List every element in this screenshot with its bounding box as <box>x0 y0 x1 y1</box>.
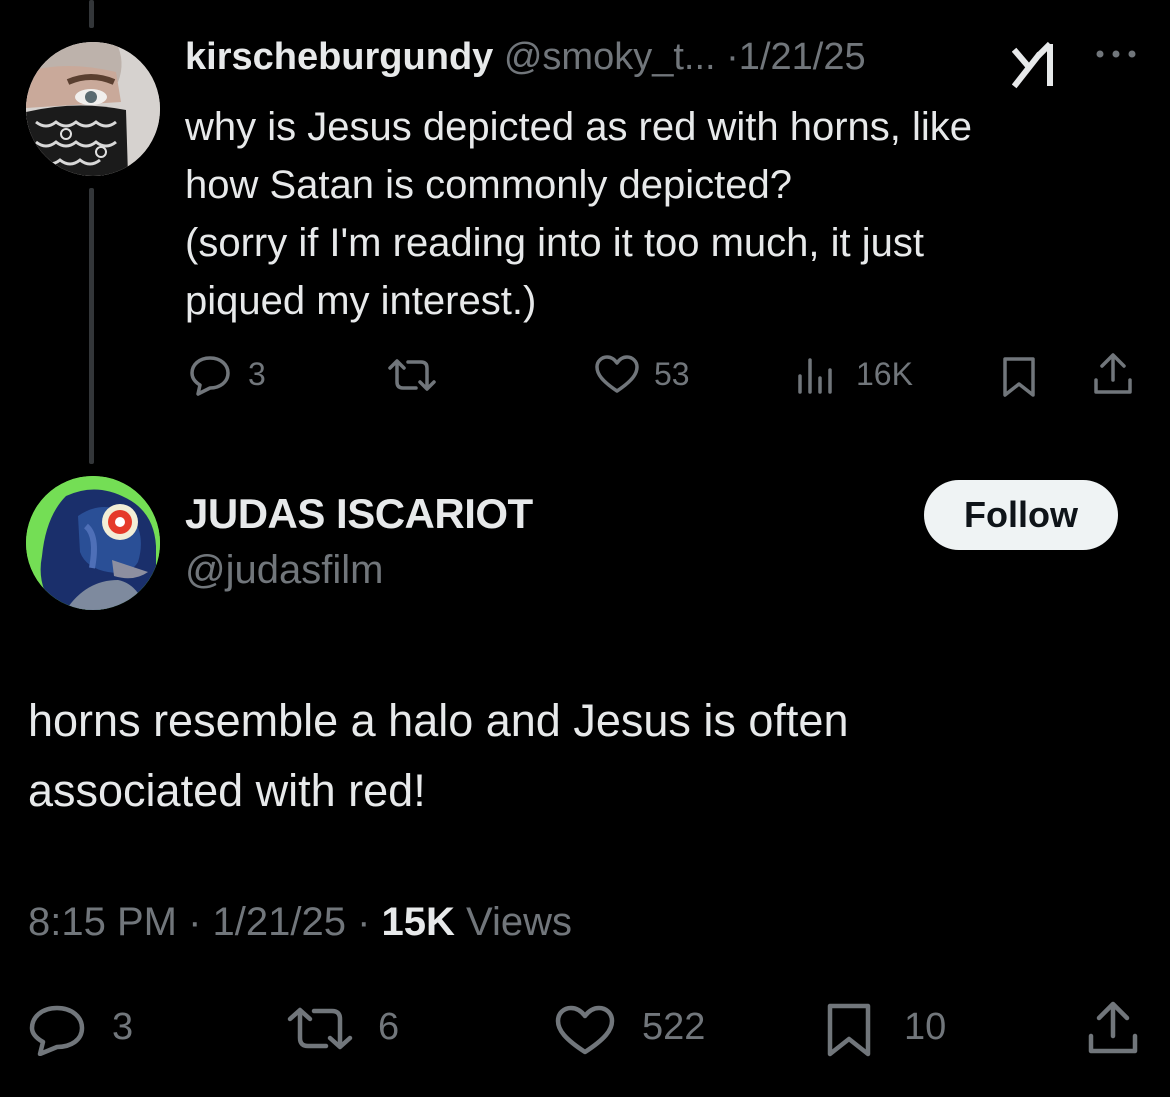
reply-to-text: why is Jesus depicted as red with horns,… <box>185 98 1115 330</box>
views-total: 15K <box>381 900 455 944</box>
repost-icon[interactable] <box>286 1006 354 1052</box>
text-line: horns resemble a halo and Jesus is often <box>28 695 849 746</box>
bookmark-icon[interactable] <box>1000 356 1038 398</box>
follow-button[interactable]: Follow <box>924 480 1118 550</box>
share-icon[interactable] <box>1092 352 1134 396</box>
avatar-judasfilm[interactable] <box>26 476 160 610</box>
tweet-date[interactable]: ·1/21/25 <box>726 36 865 78</box>
tweet-metadata: 8:15 PM · 1/21/25 · 15K Views <box>28 900 572 945</box>
text-line: how Satan is commonly depicted? <box>185 163 792 207</box>
avatar-kirscheburgundy[interactable] <box>26 42 160 176</box>
text-line: piqued my interest.) <box>185 279 537 323</box>
thread-line <box>89 188 94 464</box>
display-name[interactable]: kirscheburgundy <box>185 36 493 78</box>
reply-icon[interactable] <box>28 1004 86 1056</box>
thread-line-top <box>89 0 94 28</box>
tweet-text: horns resemble a halo and Jesus is often… <box>28 686 1128 826</box>
reply-to-header: kirscheburgundy @smoky_t... ·1/21/25 <box>185 36 866 79</box>
views-icon[interactable] <box>796 356 838 396</box>
like-icon[interactable] <box>554 1004 616 1056</box>
reply-icon[interactable] <box>188 354 232 396</box>
share-icon[interactable] <box>1086 1000 1140 1056</box>
author-handle[interactable]: @judasfilm <box>185 548 383 593</box>
text-line: why is Jesus depicted as red with horns,… <box>185 105 973 149</box>
reply-count: 3 <box>248 356 266 392</box>
author-display-name[interactable]: JUDAS ISCARIOT <box>185 490 533 538</box>
bookmark-count: 10 <box>904 1006 947 1048</box>
grok-icon[interactable] <box>1011 40 1064 90</box>
repost-icon[interactable] <box>386 358 438 392</box>
more-options-icon[interactable] <box>1094 46 1138 67</box>
bookmark-icon[interactable] <box>824 1002 874 1058</box>
repost-count: 6 <box>378 1006 400 1048</box>
handle[interactable]: @smoky_t... <box>504 36 716 78</box>
text-line: (sorry if I'm reading into it too much, … <box>185 221 925 265</box>
like-count: 522 <box>642 1006 706 1048</box>
views-label: Views <box>454 900 572 944</box>
reply-count: 3 <box>112 1006 134 1048</box>
like-count: 53 <box>654 356 690 392</box>
views-count: 16K <box>856 356 913 392</box>
tweet-timestamp[interactable]: 8:15 PM · 1/21/25 · <box>28 900 382 944</box>
like-icon[interactable] <box>594 354 640 394</box>
text-line: associated with red! <box>28 765 426 816</box>
